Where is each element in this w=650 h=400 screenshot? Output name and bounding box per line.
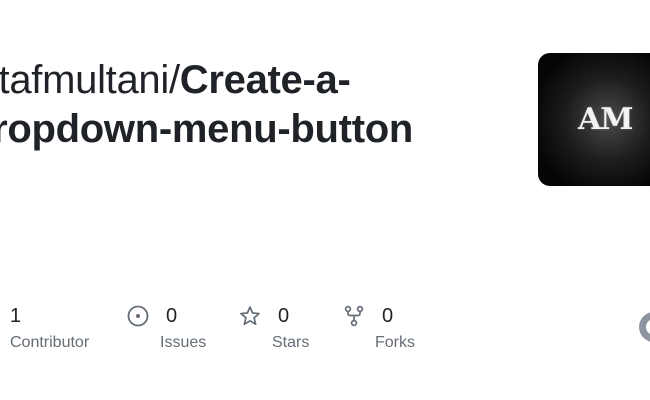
issue-opened-icon [127, 305, 149, 327]
stars-count: 0 [278, 304, 290, 327]
forks-count: 0 [382, 304, 394, 327]
stat-forks[interactable]: 0 Forks [343, 302, 415, 352]
avatar-monogram: AM [578, 102, 633, 137]
issues-label: Issues [160, 334, 207, 351]
repo-forked-icon [343, 305, 365, 327]
repo-separator: / [168, 58, 180, 102]
star-icon [239, 305, 261, 327]
forks-label: Forks [375, 334, 415, 351]
owner-avatar[interactable]: AM [538, 53, 650, 186]
stat-stars[interactable]: 0 Stars [239, 302, 309, 352]
stat-issues[interactable]: 0 Issues [127, 302, 206, 352]
repo-title[interactable]: altafmultani/Create-a-dropdown-menu-butt… [0, 56, 488, 154]
stars-label: Stars [272, 334, 310, 351]
stat-contributors[interactable]: 1 Contributor [10, 302, 89, 352]
repo-social-card: altafmultani/Create-a-dropdown-menu-butt… [0, 0, 650, 400]
contributors-label: Contributor [10, 334, 90, 351]
contributors-count: 1 [10, 304, 22, 327]
github-mark-icon [639, 312, 650, 342]
issues-count: 0 [166, 304, 178, 327]
repo-owner: altafmultani [0, 58, 169, 102]
